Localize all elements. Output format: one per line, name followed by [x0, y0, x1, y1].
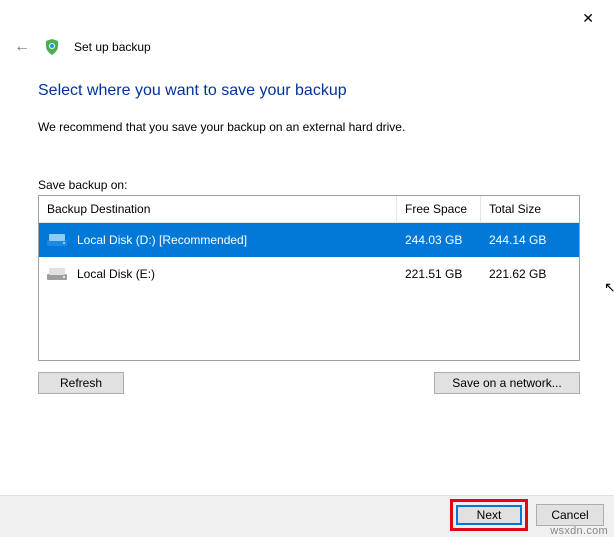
cancel-button[interactable]: Cancel — [536, 504, 604, 526]
drive-icon — [47, 266, 67, 282]
table-header-row: Backup Destination Free Space Total Size — [39, 196, 579, 223]
backup-shield-icon — [44, 39, 60, 55]
close-button[interactable]: ✕ — [574, 6, 602, 31]
back-arrow-icon[interactable]: ← — [14, 38, 30, 56]
page-title: Select where you want to save your backu… — [38, 82, 580, 100]
save-label: Save backup on: — [38, 178, 580, 192]
drive-name: Local Disk (D:) [Recommended] — [77, 233, 247, 247]
drive-free: 221.51 GB — [397, 267, 481, 281]
save-on-network-button[interactable]: Save on a network... — [434, 372, 580, 394]
drive-total: 244.14 GB — [481, 233, 579, 247]
watermark-text: wsxdn.com — [550, 525, 608, 537]
col-total-size[interactable]: Total Size — [481, 196, 579, 223]
col-destination[interactable]: Backup Destination — [39, 196, 397, 223]
footer-bar: Next Cancel wsxdn.com — [0, 495, 614, 537]
drive-total: 221.62 GB — [481, 267, 579, 281]
drive-free: 244.03 GB — [397, 233, 481, 247]
backup-destination-table: Backup Destination Free Space Total Size… — [38, 195, 580, 361]
table-row[interactable]: Local Disk (D:) [Recommended] 244.03 GB … — [39, 223, 579, 257]
refresh-button[interactable]: Refresh — [38, 372, 124, 394]
cursor-icon: ↖ — [604, 279, 614, 296]
table-row[interactable]: Local Disk (E:) 221.51 GB 221.62 GB — [39, 257, 579, 291]
next-highlight: Next — [450, 499, 528, 531]
window-title: Set up backup — [74, 40, 151, 54]
recommend-text: We recommend that you save your backup o… — [38, 120, 580, 134]
drive-icon — [47, 232, 67, 248]
drive-name: Local Disk (E:) — [77, 267, 155, 281]
next-button[interactable]: Next — [456, 505, 522, 525]
col-free-space[interactable]: Free Space — [397, 196, 481, 223]
